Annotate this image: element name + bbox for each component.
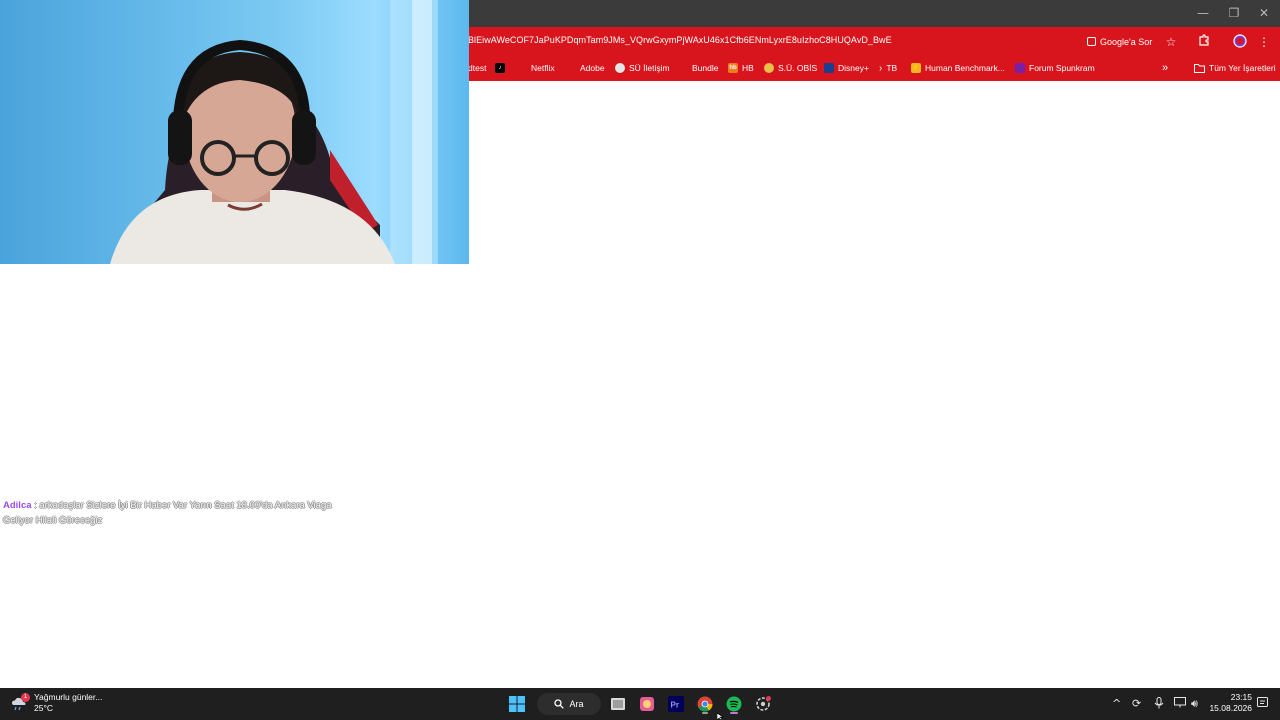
bookmark-su-obis[interactable]: S.Ü. OBİS [764,62,817,74]
premiere-icon[interactable]: Pr [665,693,687,715]
chrome-icon[interactable] [694,693,716,715]
microphone-icon[interactable] [1154,697,1164,712]
bookmark-label: Disney+ [838,63,869,73]
svg-text:Pr: Pr [671,701,679,710]
weather-badge: 1 [21,693,30,702]
sync-icon[interactable]: ⟳ [1132,697,1141,710]
chat-text: : arkadaşlar Sizlere İyi Bir Haber Var Y… [3,500,332,526]
photos-icon[interactable] [636,693,658,715]
weather-widget[interactable]: 1 Yağmurlu günler... 25°C [10,692,102,714]
bookmark-label: HB [742,63,754,73]
maximize-button[interactable]: ❐ [1224,4,1244,22]
volume-icon[interactable]: 🔊︎ [1191,697,1198,711]
bookmark-label: Adobe [580,63,605,73]
bookmark-tb[interactable]: › TB [879,62,897,74]
human-benchmark-icon: ⚡ [911,63,921,73]
weather-description: Yağmurlu günler... [34,692,103,702]
weather-icon: 1 [10,693,30,712]
su-icon [615,63,625,73]
mouse-cursor-icon [717,713,724,720]
search-label: Ara [569,699,584,709]
bookmark-bundle[interactable]: Bundle [692,62,718,74]
settings-icon[interactable] [752,693,774,715]
bookmark-human-benchmark[interactable]: ⚡ Human Benchmark... [911,62,1005,74]
forum-icon [1015,63,1025,73]
star-icon[interactable]: ☆ [1163,34,1179,50]
puzzle-icon[interactable] [1197,34,1213,50]
bookmarks-overflow-button[interactable]: » [1162,62,1168,74]
bookmark-item[interactable]: dtest [468,62,486,74]
bookmark-label: Forum Spunkram [1029,63,1095,73]
tiktok-icon: ♪ [495,63,505,73]
notification-icon[interactable] [1257,697,1268,712]
bookmark-label: S.Ü. OBİS [778,63,818,73]
hb-icon: hb [728,63,738,73]
chevron-right-icon: › [879,62,883,74]
bookmark-adobe[interactable]: Adobe [580,62,605,74]
chevron-up-icon[interactable]: ^ [1112,697,1121,710]
chat-username: Adilca [3,500,32,511]
bookmark-netflix[interactable]: Netflix [531,62,555,74]
bookmark-label: dtest [468,63,487,73]
all-bookmarks-button[interactable]: Tüm Yer İşaretleri [1194,62,1276,74]
bookmark-label: Human Benchmark... [925,63,1005,73]
google-sor-label: Google'a Sor [1100,36,1153,47]
file-explorer-icon[interactable] [607,693,629,715]
network-icon[interactable] [1174,697,1186,711]
obis-icon [764,63,774,73]
active-indicator [730,712,738,714]
bookmark-disney[interactable]: Disney+ [824,62,869,74]
folder-icon [1194,63,1205,73]
webcam-overlay [0,0,469,264]
bookmark-su-iletisim[interactable]: SÜ İletişim [615,62,670,74]
weather-temperature: 25°C [34,703,53,713]
bookmark-label: TB [886,63,898,73]
search-icon [554,699,565,709]
taskbar-search-button[interactable]: Ara [537,693,601,715]
windows-start-icon[interactable] [506,693,528,715]
spotify-icon[interactable] [723,693,745,715]
close-button[interactable]: ✕ [1254,4,1274,22]
taskbar: 1 Yağmurlu günler... 25°C Ara Pr ^ ⟳ 🔊︎ … [0,688,1280,720]
disney-icon [824,63,834,73]
bookmark-label: SÜ İletişim [629,63,670,73]
bookmark-forum[interactable]: Forum Spunkram [1015,62,1095,74]
chat-message: Adilca : arkadaşlar Sizlere İyi Bir Habe… [3,498,363,528]
clock-time: 23:15 [1230,692,1252,702]
lens-icon [1087,37,1096,46]
google-sor-button[interactable]: Google'a Sor [1083,31,1158,52]
bookmark-label: Netflix [531,63,555,73]
running-indicator [702,712,708,714]
system-clock[interactable]: 23:15 15.08.2026 [1206,692,1252,714]
bookmark-label: Bundle [692,63,719,73]
bookmark-tiktok[interactable]: ♪ [495,62,505,74]
all-bookmarks-label: Tüm Yer İşaretleri [1209,63,1276,73]
address-bar[interactable]: BlEiwAWeCOF7JaPuKPDqmTam9JMs_VQrwGxymPjW… [468,35,892,45]
bookmark-hb[interactable]: hb HB [728,62,754,74]
minimize-button[interactable]: — [1193,4,1213,22]
clock-date: 15.08.2026 [1209,703,1252,713]
profile-icon[interactable] [1232,34,1248,50]
webcam-person-image [110,0,438,264]
menu-icon[interactable]: ⋮ [1256,34,1272,50]
